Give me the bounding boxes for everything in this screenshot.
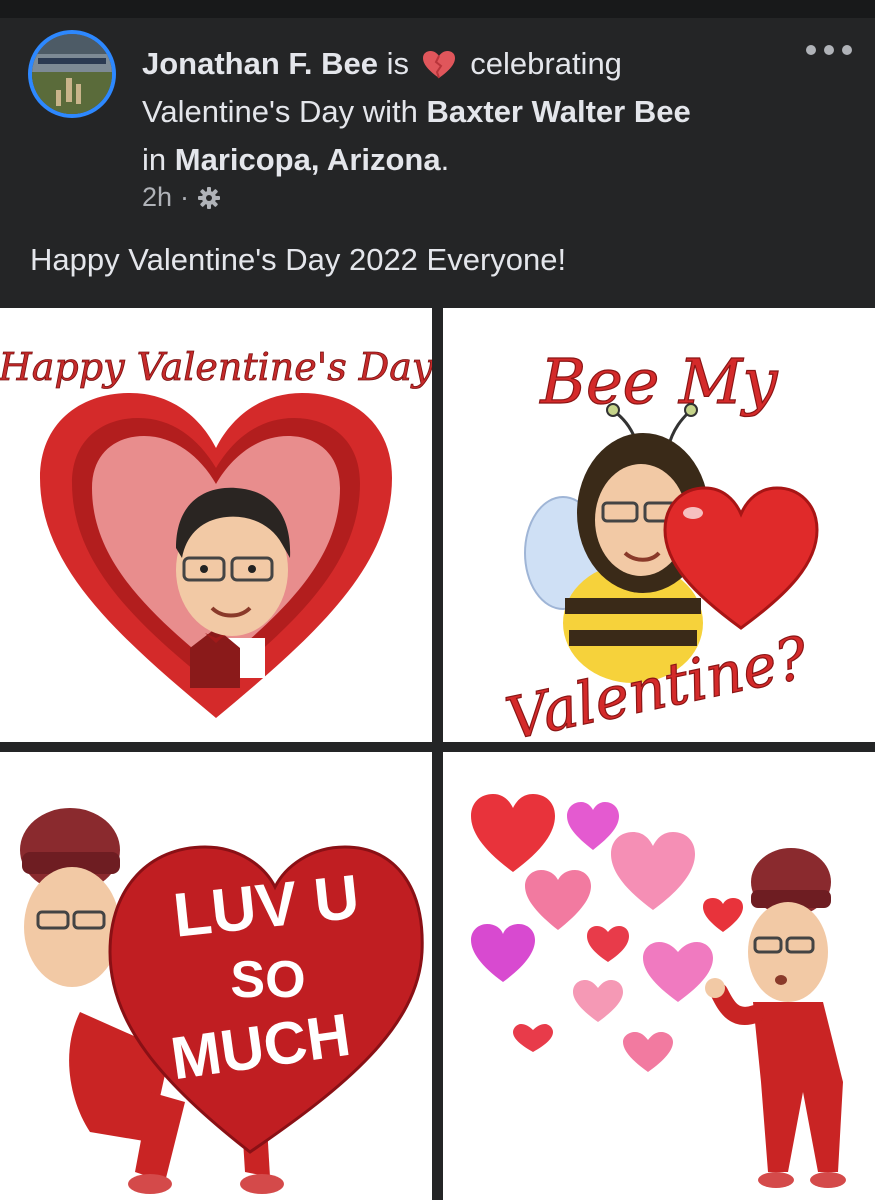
photo-blowing-hearts[interactable] bbox=[443, 752, 875, 1200]
photo-grid: Happy Valentine's Day Bee My Valentine? … bbox=[0, 308, 875, 1200]
author-name[interactable]: Jonathan F. Bee bbox=[142, 46, 378, 81]
happy-valentines-bitmoji: Happy Valentine's Day bbox=[0, 345, 432, 718]
luv-u-so-much-bitmoji: LUV U SO MUCH bbox=[20, 808, 424, 1194]
gear-icon[interactable] bbox=[197, 186, 221, 210]
tagged-person[interactable]: Baxter Walter Bee bbox=[427, 94, 691, 129]
activity-text: Valentine's Day with bbox=[142, 94, 418, 129]
top-divider bbox=[0, 0, 875, 18]
floating-hearts bbox=[471, 794, 743, 1072]
feeling-text: celebrating bbox=[470, 46, 622, 81]
bee-my-text: Bee My bbox=[539, 345, 778, 418]
blowing-hearts-bitmoji bbox=[471, 794, 846, 1188]
more-options-icon[interactable] bbox=[806, 40, 852, 60]
more-dot bbox=[824, 45, 834, 55]
period: . bbox=[440, 142, 450, 177]
in-text: in bbox=[142, 142, 167, 177]
photo-happy-valentines[interactable]: Happy Valentine's Day bbox=[0, 308, 432, 742]
is-text: is bbox=[386, 46, 410, 81]
more-dot bbox=[806, 45, 816, 55]
location-link[interactable]: Maricopa, Arizona bbox=[175, 142, 441, 177]
photo-bee-my-valentine[interactable]: Bee My Valentine? bbox=[443, 308, 875, 742]
avatar[interactable] bbox=[28, 30, 116, 118]
bee-my-valentine-bitmoji: Bee My Valentine? bbox=[500, 344, 819, 742]
post-meta: 2h · bbox=[142, 182, 221, 213]
photo-luv-u-so-much[interactable]: LUV U SO MUCH bbox=[0, 752, 432, 1200]
post-body: Happy Valentine's Day 2022 Everyone! bbox=[30, 242, 567, 277]
avatar-image bbox=[32, 34, 112, 114]
more-dot bbox=[842, 45, 852, 55]
timestamp[interactable]: 2h bbox=[142, 182, 172, 213]
meta-separator: · bbox=[180, 182, 190, 212]
happy-valentines-text: Happy Valentine's Day bbox=[0, 345, 432, 389]
so-text: SO bbox=[230, 951, 305, 1009]
broken-heart-icon bbox=[422, 51, 455, 79]
post-header: Jonathan F. Bee is celebrating Valentine… bbox=[142, 40, 782, 184]
